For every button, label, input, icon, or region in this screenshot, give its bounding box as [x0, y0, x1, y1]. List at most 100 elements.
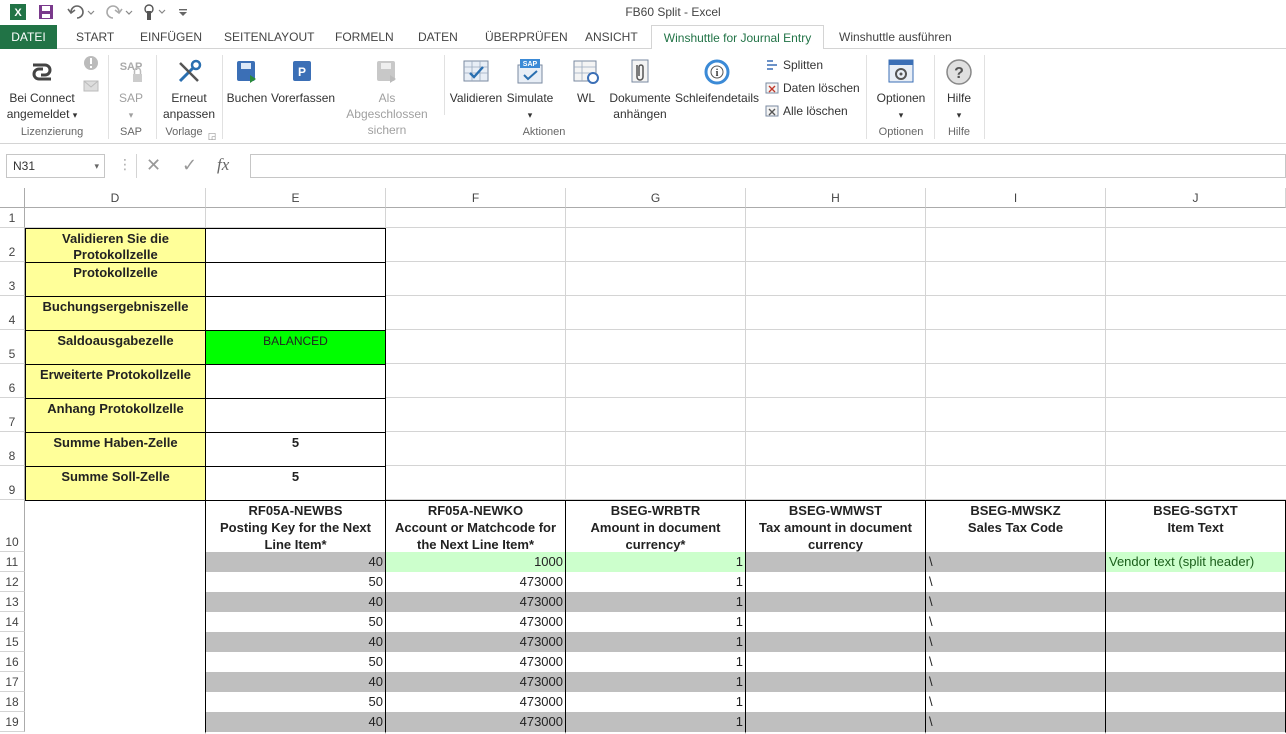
cell-f-row-19[interactable]: 473000 [385, 712, 566, 733]
cell-g-row-13[interactable]: 1 [565, 592, 746, 613]
cell-i-row-19[interactable]: \ [925, 712, 1106, 733]
cell-e-row-13[interactable]: 40 [205, 592, 386, 613]
optionen-button[interactable]: Optionen ▾ [870, 57, 932, 123]
connect-button[interactable]: Bei Connect angemeldet ▾ [4, 57, 80, 123]
row-header-19[interactable]: 19 [0, 712, 25, 732]
value-saldoausgabezelle[interactable]: BALANCED [205, 330, 386, 365]
row-header-3[interactable]: 3 [0, 262, 25, 296]
tab-daten[interactable]: DATEN [418, 25, 458, 49]
value-summe-soll-zelle[interactable]: 5 [205, 466, 386, 501]
label-summe-soll-zelle[interactable]: Summe Soll-Zelle [25, 466, 206, 501]
row-header-5[interactable]: 5 [0, 330, 25, 364]
row-header-7[interactable]: 7 [0, 398, 25, 432]
column-header-i[interactable]: I [926, 188, 1106, 208]
cell-h-row-11[interactable] [745, 552, 926, 573]
row-header-17[interactable]: 17 [0, 672, 25, 692]
cell-i-row-11[interactable]: \ [925, 552, 1106, 573]
cell-h-row-13[interactable] [745, 592, 926, 613]
row-header-13[interactable]: 13 [0, 592, 25, 612]
column-header-d[interactable]: D [25, 188, 206, 208]
cell-h-row-19[interactable] [745, 712, 926, 733]
buchen-button[interactable]: Buchen [225, 57, 269, 106]
simulate-button[interactable]: SAP Simulate ▾ [504, 57, 556, 123]
alle-loeschen-button[interactable]: Alle löschen [765, 101, 848, 121]
cell-j-row-18[interactable] [1105, 692, 1286, 713]
splitten-button[interactable]: Splitten [765, 55, 823, 75]
cell-j-row-16[interactable] [1105, 652, 1286, 673]
wl-button[interactable]: WL [568, 57, 604, 106]
cell-g-row-12[interactable]: 1 [565, 572, 746, 593]
cell-g-row-14[interactable]: 1 [565, 612, 746, 633]
cell-f-row-16[interactable]: 473000 [385, 652, 566, 673]
cell-h-row-16[interactable] [745, 652, 926, 673]
label-validieren-protokollzelle[interactable]: Validieren Sie die Protokollzelle [25, 228, 206, 263]
cell-f-row-18[interactable]: 473000 [385, 692, 566, 713]
column-header-g[interactable]: G [566, 188, 746, 208]
tab-winshuttle-ausfuehren[interactable]: Winshuttle ausführen [839, 25, 952, 49]
row-header-2[interactable]: 2 [0, 228, 25, 262]
cell-e-row-11[interactable]: 40 [205, 552, 386, 573]
sap-button[interactable]: SAP SAP ▾ [111, 57, 151, 123]
value-summe-haben-zelle[interactable]: 5 [205, 432, 386, 467]
row-header-4[interactable]: 4 [0, 296, 25, 330]
value-anhang-protokollzelle[interactable] [205, 398, 386, 433]
row-header-12[interactable]: 12 [0, 572, 25, 592]
tab-formeln[interactable]: FORMELN [335, 25, 394, 49]
cell-j-row-12[interactable] [1105, 572, 1286, 593]
cell-f-row-11[interactable]: 1000 [385, 552, 566, 573]
cell-j-row-17[interactable] [1105, 672, 1286, 693]
enter-icon[interactable]: ✓ [182, 155, 197, 176]
cell-g-row-17[interactable]: 1 [565, 672, 746, 693]
column-header-e[interactable]: E [206, 188, 386, 208]
erneut-anpassen-button[interactable]: Erneut anpassen [158, 57, 220, 122]
label-saldoausgabezelle[interactable]: Saldoausgabezelle [25, 330, 206, 365]
cell-e-row-17[interactable]: 40 [205, 672, 386, 693]
dokumente-anhaengen-button[interactable]: Dokumente anhängen [608, 57, 672, 122]
tab-einfuegen[interactable]: EINFÜGEN [140, 25, 202, 49]
label-anhang-protokollzelle[interactable]: Anhang Protokollzelle [25, 398, 206, 433]
cell-g-row-15[interactable]: 1 [565, 632, 746, 653]
column-header-h[interactable]: H [746, 188, 926, 208]
column-header-f[interactable]: F [386, 188, 566, 208]
formula-input[interactable] [250, 154, 1286, 178]
schleifendetails-button[interactable]: i Schleifendetails [674, 57, 760, 106]
dialog-launcher-icon[interactable]: ◲ [207, 128, 217, 144]
tab-ueberpruefen[interactable]: ÜBERPRÜFEN [485, 25, 568, 49]
cell-j-row-11[interactable]: Vendor text (split header) [1105, 552, 1286, 573]
name-box-dropdown-icon[interactable]: ▾ [94, 155, 99, 177]
cell-i-row-14[interactable]: \ [925, 612, 1106, 633]
tab-datei[interactable]: DATEI [0, 25, 57, 49]
row-header-16[interactable]: 16 [0, 652, 25, 672]
cell-i-row-12[interactable]: \ [925, 572, 1106, 593]
tab-winshuttle-journal-entry[interactable]: Winshuttle for Journal Entry [651, 25, 824, 50]
name-box[interactable]: N31 ▾ [6, 154, 105, 178]
cell-f-row-13[interactable]: 473000 [385, 592, 566, 613]
cell-e-row-14[interactable]: 50 [205, 612, 386, 633]
header-sgtxt[interactable]: BSEG-SGTXT Item Text [1105, 500, 1286, 553]
cell-j-row-15[interactable] [1105, 632, 1286, 653]
header-newbs[interactable]: RF05A-NEWBS Posting Key for the Next Lin… [205, 500, 386, 553]
header-wrbtr[interactable]: BSEG-WRBTR Amount in document currency* [565, 500, 746, 553]
tab-seitenlayout[interactable]: SEITENLAYOUT [224, 25, 314, 49]
cell-i-row-13[interactable]: \ [925, 592, 1106, 613]
row-header-8[interactable]: 8 [0, 432, 25, 466]
value-erweiterte-protokollzelle[interactable] [205, 364, 386, 399]
cell-j-row-19[interactable] [1105, 712, 1286, 733]
row-header-18[interactable]: 18 [0, 692, 25, 712]
cell-e-row-16[interactable]: 50 [205, 652, 386, 673]
tab-ansicht[interactable]: ANSICHT [585, 25, 638, 49]
label-buchungsergebniszelle[interactable]: Buchungsergebniszelle [25, 296, 206, 331]
cell-f-row-15[interactable]: 473000 [385, 632, 566, 653]
cell-f-row-14[interactable]: 473000 [385, 612, 566, 633]
row-header-9[interactable]: 9 [0, 466, 25, 500]
cell-e-row-18[interactable]: 50 [205, 692, 386, 713]
header-wmwst[interactable]: BSEG-WMWST Tax amount in document curren… [745, 500, 926, 553]
cell-e-row-15[interactable]: 40 [205, 632, 386, 653]
cell-i-row-15[interactable]: \ [925, 632, 1106, 653]
cell-h-row-14[interactable] [745, 612, 926, 633]
cell-h-row-17[interactable] [745, 672, 926, 693]
cell-g-row-11[interactable]: 1 [565, 552, 746, 573]
validieren-button[interactable]: Validieren [448, 57, 504, 106]
cell-e-row-19[interactable]: 40 [205, 712, 386, 733]
value-buchungsergebniszelle[interactable] [205, 296, 386, 331]
